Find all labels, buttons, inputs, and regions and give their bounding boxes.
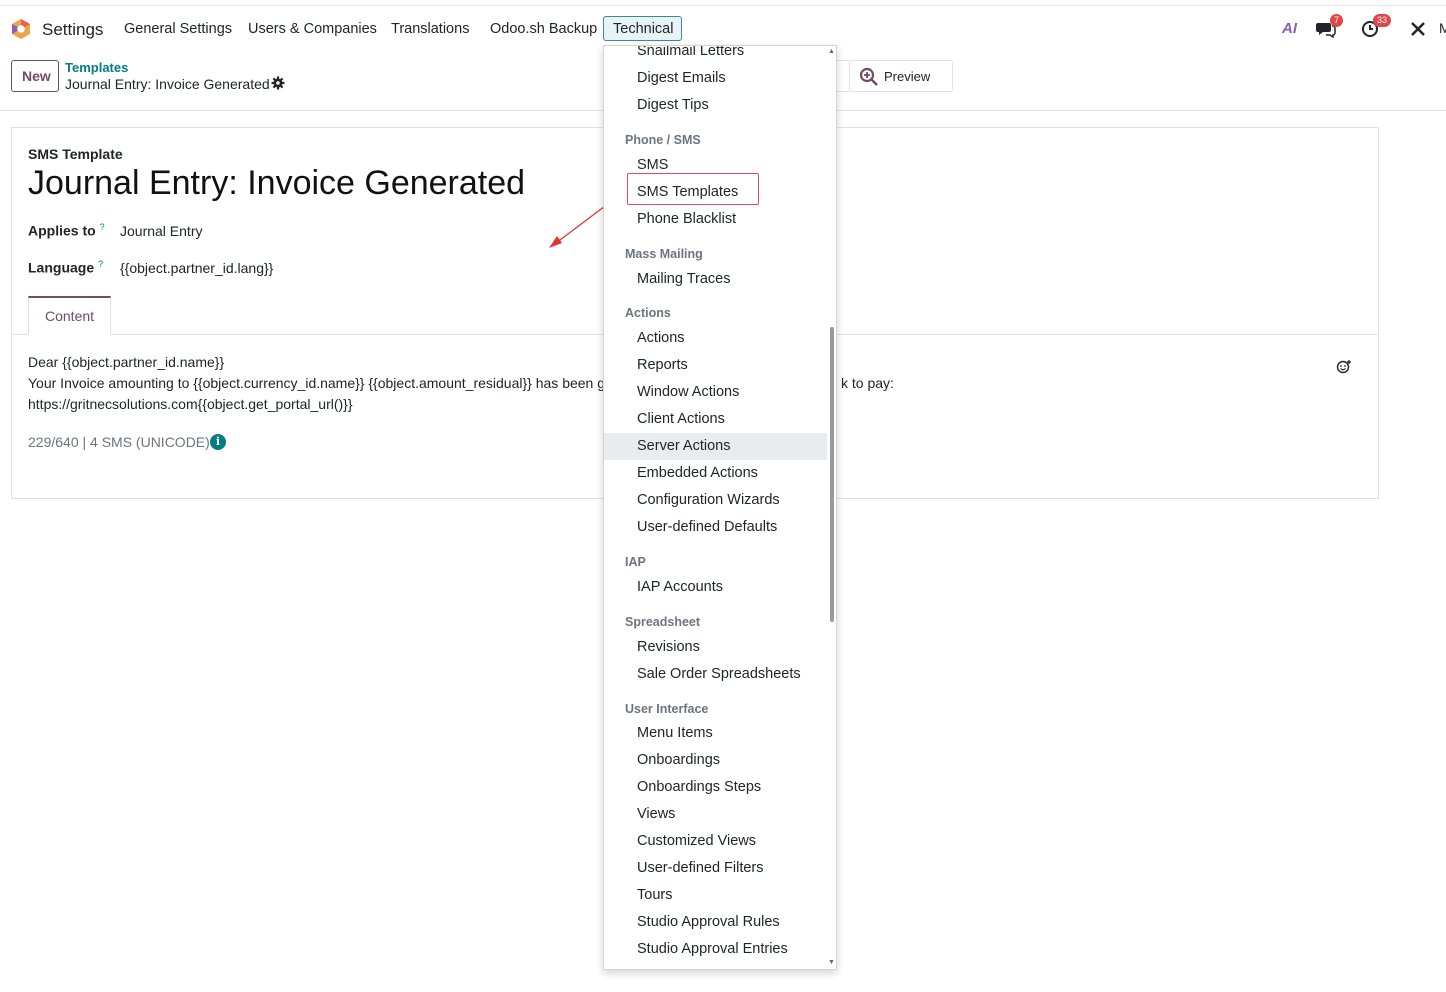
applies-to-value[interactable]: Journal Entry [120, 223, 202, 239]
language-value[interactable]: {{object.partner_id.lang}} [120, 260, 273, 276]
dropdown-item-embedded-actions[interactable]: Embedded Actions [637, 465, 758, 481]
user-menu[interactable]: M [1439, 20, 1446, 36]
menu-general-settings[interactable]: General Settings [124, 21, 232, 37]
sms-body-line-3[interactable]: https://gritnecsolutions.com{{object.get… [28, 396, 353, 412]
messages-button[interactable]: 7 [1316, 14, 1344, 43]
dropdown-item-user-defined-defaults[interactable]: User-defined Defaults [637, 519, 777, 535]
magnifier-plus-icon [859, 67, 878, 86]
dropdown-item-digest-emails[interactable]: Digest Emails [637, 70, 726, 86]
sms-body-line-2[interactable]: Your Invoice amounting to {{object.curre… [28, 375, 605, 391]
dropdown-item-views[interactable]: Views [637, 806, 675, 822]
dropdown-item-mailing-traces[interactable]: Mailing Traces [637, 271, 730, 287]
sms-body-line-1[interactable]: Dear {{object.partner_id.name}} [28, 354, 224, 370]
dropdown-item-sms[interactable]: SMS [637, 157, 668, 173]
app-logo-icon[interactable] [10, 18, 32, 40]
tools-button[interactable] [1409, 20, 1427, 43]
activities-badge: 33 [1373, 14, 1392, 27]
dropdown-item-studio-approval-rules[interactable]: Studio Approval Rules [637, 914, 780, 930]
new-button-label: New [22, 68, 51, 84]
messages-badge: 7 [1330, 14, 1344, 27]
dropdown-item-onboardings[interactable]: Onboardings [637, 752, 720, 768]
help-tooltip-icon[interactable]: ? [100, 222, 105, 232]
breadcrumb-templates[interactable]: Templates [65, 60, 128, 75]
menu-users-companies[interactable]: Users & Companies [248, 21, 377, 37]
tab-content[interactable]: Content [28, 296, 111, 335]
dropdown-item-reports[interactable]: Reports [637, 357, 688, 373]
dropdown-item-revisions[interactable]: Revisions [637, 639, 700, 655]
dropdown-item-sale-order-spreadsheets[interactable]: Sale Order Spreadsheets [637, 666, 801, 682]
dropdown-section-iap: IAP [625, 555, 646, 569]
dropdown-item-configuration-wizards[interactable]: Configuration Wizards [637, 492, 780, 508]
dropdown-item-customized-views[interactable]: Customized Views [637, 833, 756, 849]
menu-translations[interactable]: Translations [391, 21, 469, 37]
scroll-down-icon[interactable]: ▼ [828, 959, 835, 966]
menu-technical[interactable]: Technical [603, 16, 682, 41]
dropdown-item-digest-tips[interactable]: Digest Tips [637, 97, 709, 113]
language-label-text: Language [28, 259, 95, 276]
help-tooltip-icon[interactable]: ? [98, 259, 103, 269]
dropdown-item-server-actions[interactable]: Server Actions [637, 438, 731, 454]
sms-counter: 229/640 | 4 SMS (UNICODE) [28, 434, 210, 450]
main-navbar: Settings General Settings Users & Compan… [0, 6, 1446, 50]
dropdown-item-user-defined-filters[interactable]: User-defined Filters [637, 860, 764, 876]
dropdown-section-mass-mailing: Mass Mailing [625, 247, 703, 261]
ai-button[interactable]: AI [1282, 20, 1297, 38]
dropdown-item-sms-templates[interactable]: SMS Templates [637, 184, 738, 200]
preview-button-label: Preview [884, 69, 931, 84]
dropdown-section-user-interface: User Interface [625, 702, 709, 716]
dropdown-section-spreadsheet: Spreadsheet [625, 615, 701, 629]
scrollbar-thumb[interactable] [830, 327, 834, 622]
dropdown-item-onboardings-steps[interactable]: Onboardings Steps [637, 779, 761, 795]
dropdown-item-iap-accounts[interactable]: IAP Accounts [637, 579, 723, 595]
info-icon[interactable]: i [210, 434, 226, 450]
menu-technical-label: Technical [613, 21, 674, 37]
breadcrumb-current: Journal Entry: Invoice Generated [65, 76, 270, 92]
dropdown-section-phone-sms: Phone / SMS [625, 133, 701, 147]
activities-button[interactable]: 33 [1361, 14, 1392, 43]
dropdown-item-menu-items[interactable]: Menu Items [637, 725, 713, 741]
scroll-up-icon[interactable]: ▲ [828, 48, 835, 55]
ai-icon: AI [1282, 20, 1297, 37]
dropdown-section-actions: Actions [625, 306, 671, 320]
dropdown-item-snailmail-letters[interactable]: Snailmail Letters [637, 46, 744, 59]
dropdown-item-phone-blacklist[interactable]: Phone Blacklist [637, 211, 736, 227]
dropdown-item-tours[interactable]: Tours [637, 887, 672, 903]
tools-icon [1411, 22, 1425, 36]
emoji-icon[interactable] [1336, 359, 1352, 375]
preview-button[interactable]: Preview [849, 60, 953, 92]
dropdown-item-studio-approval-entries[interactable]: Studio Approval Entries [637, 941, 788, 957]
applies-to-label-text: Applies to [28, 222, 96, 239]
record-title[interactable]: Journal Entry: Invoice Generated [28, 164, 525, 203]
technical-dropdown-menu[interactable]: ▲ ▼ Snailmail Letters Digest Emails Digest… [603, 45, 837, 970]
app-title[interactable]: Settings [42, 20, 103, 40]
sms-body-line-2-end[interactable]: k to pay: [841, 375, 894, 391]
menu-odoo-sh-backup[interactable]: Odoo.sh Backup [490, 21, 597, 37]
tab-content-label: Content [45, 308, 95, 324]
new-button[interactable]: New [11, 60, 59, 92]
language-label: Language? [28, 259, 103, 276]
dropdown-item-window-actions[interactable]: Window Actions [637, 384, 739, 400]
applies-to-label: Applies to? [28, 222, 105, 239]
gear-icon[interactable] [271, 76, 285, 90]
model-label: SMS Template [28, 146, 123, 162]
dropdown-item-client-actions[interactable]: Client Actions [637, 411, 725, 427]
dropdown-item-actions[interactable]: Actions [637, 330, 685, 346]
